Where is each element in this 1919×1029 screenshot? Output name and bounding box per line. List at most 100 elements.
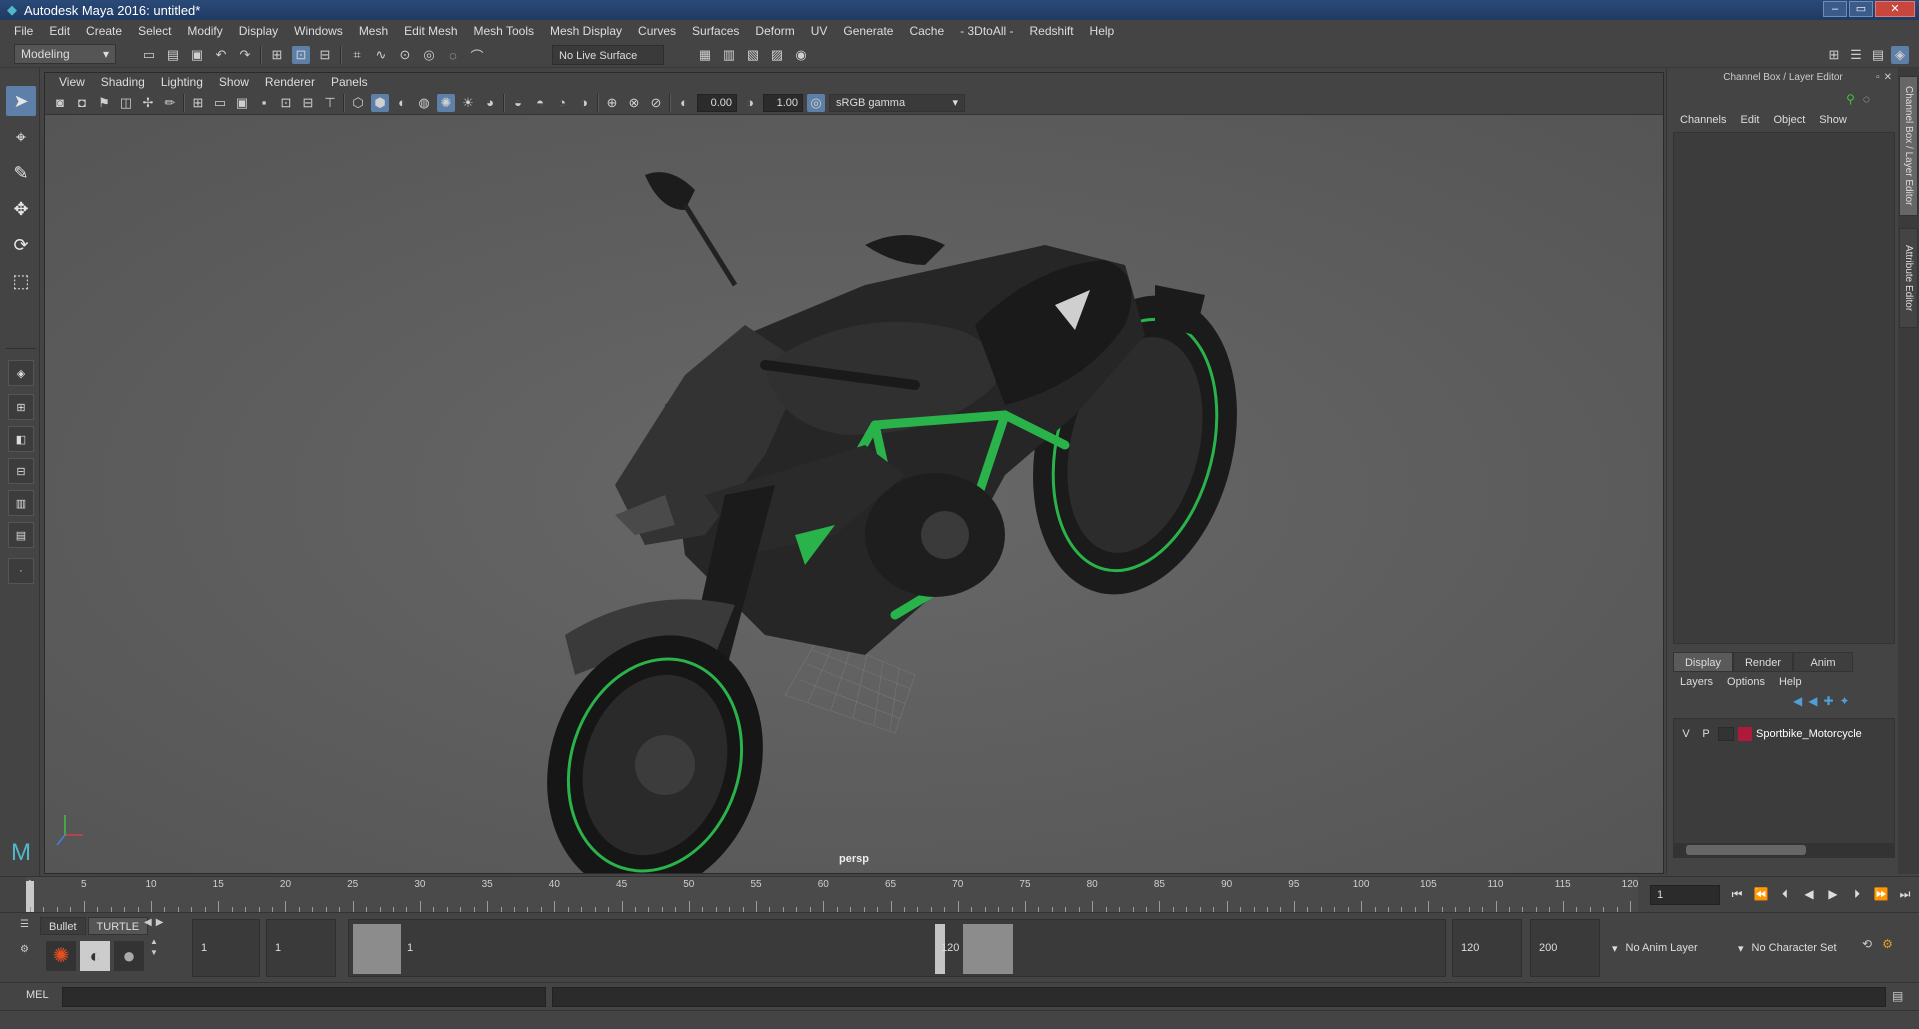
character-set-selector[interactable]: ▾ No Character Set (1732, 919, 1862, 977)
menu-windows[interactable]: Windows (286, 20, 351, 42)
command-language-toggle[interactable]: MEL (26, 989, 49, 1001)
script-editor-icon[interactable]: ▤ (1892, 989, 1903, 1003)
shelf-tab-bullet[interactable]: Bullet (40, 917, 86, 935)
bookmark-icon[interactable]: ⚑ (95, 94, 113, 112)
menu-curves[interactable]: Curves (630, 20, 684, 42)
film-gate-icon[interactable]: ▭ (211, 94, 229, 112)
tab-attribute-editor[interactable]: Attribute Editor (1899, 228, 1918, 328)
move-tool-icon[interactable]: ✥ (6, 194, 36, 224)
layer-tab-display[interactable]: Display (1673, 652, 1733, 672)
use-all-lights-icon[interactable]: ✺ (437, 93, 455, 112)
menu-file[interactable]: File (6, 20, 41, 42)
resolution-gate-icon[interactable]: ▣ (233, 94, 251, 112)
turtle-render-icon[interactable]: ● (114, 941, 144, 971)
new-layer-selected-icon[interactable]: ✦ (1840, 694, 1850, 708)
menu-deform[interactable]: Deform (747, 20, 802, 42)
playback-start-field[interactable]: 1 (266, 919, 336, 977)
range-slider[interactable]: 1 120 (348, 919, 1446, 977)
ambient-occlusion-icon[interactable]: ◕ (481, 94, 499, 112)
gamma-field[interactable]: 1.00 (763, 93, 803, 112)
bullet-solver-icon[interactable]: ✺ (46, 941, 76, 971)
menu-mesh-tools[interactable]: Mesh Tools (466, 20, 542, 42)
multisample-icon[interactable]: ⊗ (625, 94, 643, 112)
animation-start-field[interactable]: 1 (192, 919, 260, 977)
viewport-menu-lighting[interactable]: Lighting (153, 73, 211, 91)
menu-surfaces[interactable]: Surfaces (684, 20, 747, 42)
menu-cache[interactable]: Cache (901, 20, 952, 42)
channel-box-toggle-icon[interactable]: ◈ (1891, 46, 1909, 64)
xray-joints-icon[interactable]: ◓ (531, 94, 549, 112)
select-component-icon[interactable]: ⊟ (316, 46, 334, 64)
play-backwards-icon[interactable]: ◀ (1800, 885, 1818, 903)
lasso-tool-icon[interactable]: ⌖ (6, 122, 36, 152)
wireframe-icon[interactable]: ⬡ (349, 94, 367, 112)
rotate-tool-icon[interactable]: ⟳ (6, 230, 36, 260)
render-view-icon[interactable]: ▥ (720, 46, 738, 64)
menu-select[interactable]: Select (130, 20, 179, 42)
time-ruler[interactable]: 1 5 10 15 20 25 30 35 40 45 50 55 60 65 70 75 80 85 90 95 10… (26, 877, 1638, 913)
screen-space-ao-icon[interactable]: ⊘ (647, 94, 665, 112)
shadows-icon[interactable]: ☀ (459, 94, 477, 112)
step-forward-frame-icon[interactable]: ⏵ (1848, 885, 1866, 903)
turtle-bake-icon[interactable]: ◐ (80, 941, 110, 971)
ipr-render-icon[interactable]: ▨ (768, 46, 786, 64)
range-slider-end-handle[interactable] (963, 924, 1013, 974)
viewport-menu-panels[interactable]: Panels (323, 73, 376, 91)
grid-icon[interactable]: ⊞ (189, 94, 207, 112)
layer-name[interactable]: Sportbike_Motorcycle (1756, 725, 1862, 743)
open-scene-icon[interactable]: ▤ (164, 46, 182, 64)
step-forward-key-icon[interactable]: ⏩ (1872, 885, 1890, 903)
smooth-shade-icon[interactable]: ⬢ (371, 93, 389, 112)
channel-menu-edit[interactable]: Edit (1733, 112, 1766, 128)
close-icon[interactable]: ✕ (1884, 72, 1892, 83)
new-scene-icon[interactable]: ▭ (140, 46, 158, 64)
attribute-editor-toggle-icon[interactable]: ☰ (1847, 46, 1865, 64)
safe-title-icon[interactable]: ⊤ (321, 94, 339, 112)
viewport-menu-show[interactable]: Show (211, 73, 257, 91)
menu-edit-mesh[interactable]: Edit Mesh (396, 20, 465, 42)
viewport-scene[interactable]: persp (45, 115, 1663, 873)
layer-display-type-toggle[interactable] (1718, 727, 1734, 741)
save-scene-icon[interactable]: ▣ (188, 46, 206, 64)
channel-list[interactable] (1673, 132, 1895, 644)
xray-components-icon[interactable]: ◑ (575, 94, 593, 112)
layer-menu-options[interactable]: Options (1720, 674, 1772, 690)
channel-menu-show[interactable]: Show (1812, 112, 1854, 128)
anim-layer-selector[interactable]: ▾ No Anim Layer (1606, 919, 1726, 977)
menu-redshift[interactable]: Redshift (1022, 20, 1082, 42)
shelf-scroll-up-icon[interactable]: ▲ (150, 937, 158, 946)
textured-icon[interactable]: ◍ (415, 94, 433, 112)
undo-icon[interactable]: ↶ (212, 46, 230, 64)
menu-3dtoall[interactable]: - 3DtoAll - (952, 20, 1021, 42)
range-slider-start-handle[interactable] (353, 924, 401, 974)
color-management-icon[interactable]: ◎ (807, 93, 825, 112)
layer-color-swatch[interactable] (1738, 727, 1752, 741)
new-layer-icon[interactable]: ✚ (1823, 694, 1833, 708)
animation-end-field[interactable]: 200 (1530, 919, 1600, 977)
snap-view-icon[interactable]: ◎ (420, 46, 438, 64)
render-settings-icon[interactable]: ▦ (696, 46, 714, 64)
menu-mesh-display[interactable]: Mesh Display (542, 20, 630, 42)
channel-menu-object[interactable]: Object (1766, 112, 1812, 128)
gate-mask-icon[interactable]: ▪ (255, 94, 273, 112)
scale-tool-icon[interactable]: ⬚ (6, 266, 36, 296)
select-hierarchy-icon[interactable]: ⊞ (268, 46, 286, 64)
shelf-scroll-down-icon[interactable]: ▼ (150, 948, 158, 957)
play-forwards-icon[interactable]: ▶ (1824, 885, 1842, 903)
safe-action-icon[interactable]: ⊟ (299, 94, 317, 112)
anim-preferences-icon[interactable]: ⚙ (1882, 937, 1893, 951)
field-chart-icon[interactable]: ⊡ (277, 94, 295, 112)
camera-icon[interactable]: ◙ (51, 94, 69, 112)
persp-outliner-layout-icon[interactable]: ▥ (8, 490, 34, 516)
four-view-layout-icon[interactable]: ⊞ (8, 394, 34, 420)
grease-pencil-icon[interactable]: ✏ (161, 94, 179, 112)
outliner-layout-icon[interactable]: ▤ (8, 522, 34, 548)
shelf-settings-icon[interactable]: ⚙ (20, 944, 29, 955)
persp-graph-layout-icon[interactable]: ⊟ (8, 458, 34, 484)
menu-modify[interactable]: Modify (179, 20, 230, 42)
key-icon[interactable]: ◌ (1863, 92, 1870, 106)
two-d-pan-zoom-icon[interactable]: ✢ (139, 94, 157, 112)
single-view-layout-icon[interactable]: ◈ (8, 360, 34, 386)
redo-icon[interactable]: ↷ (236, 46, 254, 64)
layer-menu-help[interactable]: Help (1772, 674, 1809, 690)
